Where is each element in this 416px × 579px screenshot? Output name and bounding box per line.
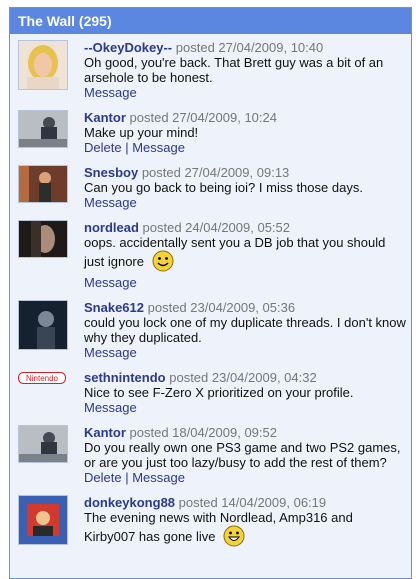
post-username[interactable]: sethnintendo: [84, 370, 166, 385]
message-link[interactable]: Message: [84, 85, 137, 100]
post-timestamp: posted 27/04/2009, 10:24: [129, 110, 277, 125]
wall-title: The Wall (295): [10, 8, 411, 34]
message-link[interactable]: Message: [132, 140, 185, 155]
nintendo-logo-text: Nintendo: [26, 374, 59, 383]
post-timestamp: posted 23/04/2009, 05:36: [147, 300, 296, 315]
message-link[interactable]: Message: [84, 345, 137, 360]
post-timestamp: posted 27/04/2009, 10:40: [175, 40, 324, 55]
delete-link[interactable]: Delete: [84, 470, 122, 485]
post-message: Make up your mind!: [84, 125, 199, 140]
grin-icon: [223, 525, 245, 550]
post-timestamp: posted 18/04/2009, 09:52: [129, 425, 277, 440]
message-link[interactable]: Message: [84, 275, 137, 290]
post-username[interactable]: Kantor: [84, 425, 126, 440]
wall-panel: The Wall (295) --OkeyDokey-- posted 27/0…: [9, 7, 412, 579]
separator: |: [125, 470, 129, 485]
post-username[interactable]: donkeykong88: [84, 495, 175, 510]
avatar[interactable]: [18, 425, 68, 463]
wall-post: Kantor posted 18/04/2009, 09:52 Do you r…: [10, 419, 411, 489]
post-timestamp: posted 24/04/2009, 05:52: [142, 220, 290, 235]
post-message: could you lock one of my duplicate threa…: [84, 315, 406, 345]
message-link[interactable]: Message: [84, 195, 137, 210]
avatar[interactable]: [18, 40, 68, 90]
wall-post: Snake612 posted 23/04/2009, 05:36 could …: [10, 294, 411, 364]
post-timestamp: posted 27/04/2009, 09:13: [141, 165, 290, 180]
post-username[interactable]: Snesboy: [84, 165, 138, 180]
wall-post: Kantor posted 27/04/2009, 10:24 Make up …: [10, 104, 411, 159]
post-message: Do you really own one PS3 game and two P…: [84, 440, 401, 470]
post-username[interactable]: Snake612: [84, 300, 144, 315]
avatar[interactable]: [18, 220, 68, 258]
avatar[interactable]: [18, 165, 68, 203]
wall-post: Snesboy posted 27/04/2009, 09:13 Can you…: [10, 159, 411, 214]
wall-post: Nintendo sethnintendo posted 23/04/2009,…: [10, 364, 411, 419]
post-message: oops. accidentally sent you a DB job tha…: [84, 235, 386, 269]
message-link[interactable]: Message: [84, 400, 137, 415]
post-username[interactable]: Kantor: [84, 110, 126, 125]
avatar[interactable]: Nintendo: [18, 372, 66, 384]
smiley-icon: [152, 250, 174, 275]
post-message: Can you go back to being ioi? I miss tho…: [84, 180, 363, 195]
post-timestamp: posted 14/04/2009, 06:19: [178, 495, 327, 510]
avatar[interactable]: [18, 495, 68, 545]
post-username[interactable]: nordlead: [84, 220, 139, 235]
post-timestamp: posted 23/04/2009, 04:32: [169, 370, 317, 385]
wall-post: nordlead posted 24/04/2009, 05:52 oops. …: [10, 214, 411, 294]
wall-post: --OkeyDokey-- posted 27/04/2009, 10:40 O…: [10, 34, 411, 104]
post-username[interactable]: --OkeyDokey--: [84, 40, 172, 55]
message-link[interactable]: Message: [132, 470, 185, 485]
avatar[interactable]: [18, 110, 68, 148]
post-message: The evening news with Nordlead, Amp316 a…: [84, 510, 353, 544]
avatar[interactable]: [18, 300, 68, 350]
post-message: Oh good, you're back. That Brett guy was…: [84, 55, 384, 85]
post-message: Nice to see F-Zero X prioritized on your…: [84, 385, 354, 400]
delete-link[interactable]: Delete: [84, 140, 122, 155]
wall-post: donkeykong88 posted 14/04/2009, 06:19 Th…: [10, 489, 411, 554]
separator: |: [125, 140, 129, 155]
